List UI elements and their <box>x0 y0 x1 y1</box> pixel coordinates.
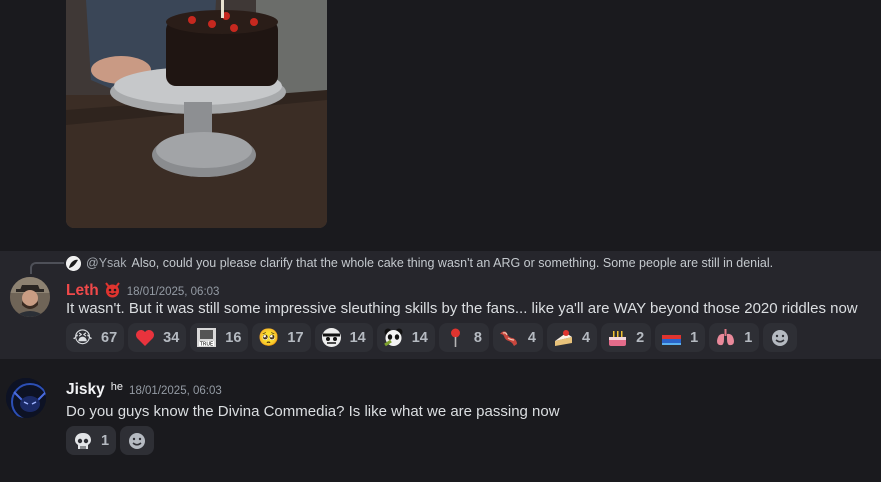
reaction-button[interactable]: 1 <box>655 323 706 352</box>
loudly-crying-face-icon: 😭 <box>72 328 93 347</box>
pleading-face-icon: 🥺 <box>258 328 280 347</box>
reactions-bar: 😭 67 34 TRUE 16 🥺 17 14 14 8 4 4 2 1 1 <box>66 323 798 352</box>
shortcake-icon <box>553 327 574 348</box>
reaction-count: 4 <box>527 329 536 346</box>
reaction-count: 4 <box>582 329 591 346</box>
add-reaction-button[interactable] <box>763 323 798 352</box>
reply-preview[interactable]: @Ysak Also, could you please clarify tha… <box>66 255 773 271</box>
reaction-count: 8 <box>473 329 482 346</box>
timestamp[interactable]: 18/01/2025, 06:03 <box>127 286 220 298</box>
skull-icon <box>72 430 93 451</box>
reply-text: Also, could you please clarify that the … <box>131 256 774 270</box>
reaction-button[interactable]: 8 <box>438 323 489 352</box>
add-reaction-button[interactable] <box>120 426 155 455</box>
add-reaction-icon <box>772 329 789 346</box>
reaction-button[interactable]: 2 <box>601 323 652 352</box>
reaction-button[interactable]: 34 <box>128 323 187 352</box>
round-pushpin-icon <box>445 327 466 348</box>
reaction-button[interactable]: 1 <box>66 426 117 455</box>
reactions-bar: 1 <box>66 426 155 455</box>
reaction-button[interactable]: 1 <box>709 323 760 352</box>
reaction-button[interactable]: 🥺 17 <box>252 323 311 352</box>
reaction-button[interactable]: 14 <box>376 323 435 352</box>
reply-avatar <box>66 255 81 271</box>
timestamp[interactable]: 18/01/2025, 06:03 <box>129 385 222 397</box>
reaction-count: 1 <box>690 329 699 346</box>
red-heart-icon <box>134 327 155 348</box>
reaction-button[interactable]: 14 <box>314 323 373 352</box>
reaction-count: 14 <box>349 329 366 346</box>
role-devil-icon <box>104 281 121 298</box>
reply-mention[interactable]: @Ysak <box>86 256 126 270</box>
add-reaction-icon <box>129 432 146 449</box>
reaction-button[interactable]: TRUE 16 <box>190 323 249 352</box>
avatar-leth[interactable] <box>10 277 50 317</box>
username-leth[interactable]: Leth <box>66 282 99 300</box>
custom-face-icon <box>321 327 342 348</box>
image-attachment[interactable] <box>66 0 327 228</box>
bacon-icon <box>499 327 520 348</box>
pronoun-tag: he <box>110 381 124 393</box>
reaction-count: 17 <box>287 329 304 346</box>
reaction-count: 16 <box>225 329 242 346</box>
cake-photo <box>66 0 327 228</box>
reaction-count: 67 <box>101 329 118 346</box>
lungs-icon <box>715 327 736 348</box>
true-sticker-icon: TRUE <box>196 327 217 348</box>
custom-panda-icon <box>383 327 404 348</box>
reaction-button[interactable]: 😭 67 <box>66 323 125 352</box>
reaction-count: 1 <box>101 432 110 449</box>
birthday-cake-icon <box>607 327 628 348</box>
reaction-count: 2 <box>636 329 645 346</box>
message-header-leth: Leth 18/01/2025, 06:03 <box>66 278 219 300</box>
message-content: Do you guys know the Divina Commedia? Is… <box>66 403 560 420</box>
reply-connector <box>30 262 64 274</box>
reaction-count: 1 <box>744 329 753 346</box>
message-content: It wasn't. But it was still some impress… <box>66 300 858 317</box>
avatar-jisky[interactable] <box>6 378 46 418</box>
reaction-button[interactable]: 4 <box>492 323 543 352</box>
username-jisky[interactable]: Jisky <box>66 381 105 399</box>
message-header-jisky: Jisky he 18/01/2025, 06:03 <box>66 381 222 399</box>
reaction-button[interactable]: 4 <box>547 323 598 352</box>
svg-text:TRUE: TRUE <box>199 342 213 348</box>
reaction-count: 34 <box>163 329 180 346</box>
reaction-count: 14 <box>411 329 428 346</box>
flag-icon <box>661 327 682 348</box>
